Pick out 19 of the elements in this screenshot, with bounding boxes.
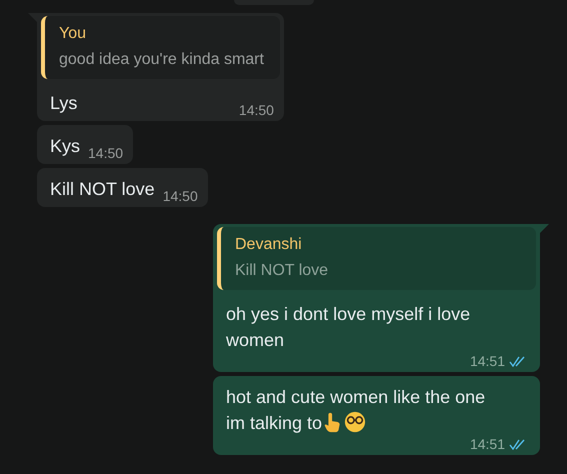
- message-text: oh yes i dont love myself i love women: [226, 304, 470, 350]
- message-text: Lys: [50, 93, 78, 113]
- message-time: 14:51: [470, 436, 505, 452]
- message-bubble[interactable]: Kys 14:50: [37, 125, 134, 164]
- message-text: Kys: [50, 136, 80, 156]
- message-bubble[interactable]: hot and cute women like the one im talking to 14:51: [213, 376, 540, 455]
- quoted-text: Kill NOT love: [235, 262, 330, 280]
- message-time: 14:50: [88, 145, 124, 161]
- message-text: hot and cute women like the one im talking to: [226, 387, 486, 433]
- quoted-author: You: [59, 25, 87, 43]
- quoted-text: good idea you're kinda smart: [59, 51, 264, 69]
- message-text: Kill NOT love: [50, 179, 155, 199]
- message-time: 14:50: [162, 188, 198, 204]
- quoted-author: Devanshi: [235, 236, 303, 254]
- quoted-message[interactable]: You good idea you're kinda smart: [41, 16, 280, 79]
- message-time: 14:50: [238, 102, 274, 118]
- quoted-message[interactable]: Devanshi Kill NOT love: [217, 227, 536, 290]
- message-bubble[interactable]: Kill NOT love 14:50: [37, 168, 208, 207]
- message-time: 14:51: [470, 353, 505, 369]
